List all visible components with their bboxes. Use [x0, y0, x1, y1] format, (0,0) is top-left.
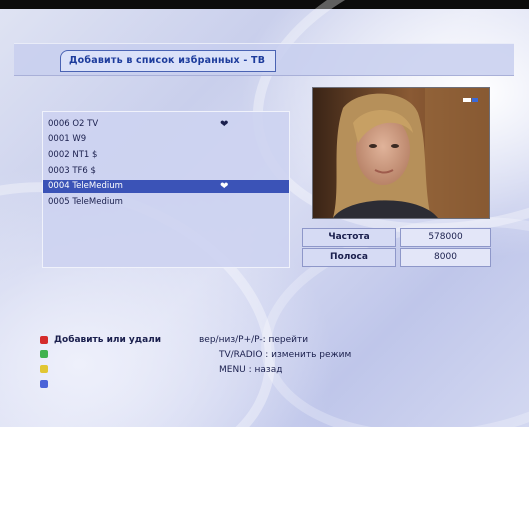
- video-preview: [312, 87, 490, 219]
- menu-hint: MENU : назад: [219, 365, 283, 375]
- red-key-text: Добавить или удали: [54, 335, 162, 345]
- red-key-icon: [40, 336, 48, 344]
- channel-row[interactable]: 0002 NT1 $: [43, 149, 289, 162]
- bandwidth-value: 8000: [400, 248, 491, 267]
- frequency-value: 578000: [400, 228, 491, 247]
- frequency-label: Частота: [302, 228, 396, 247]
- help-panel: Добавить или удали вер/низ/P+/P-: перейт…: [38, 322, 514, 408]
- channel-label: 0005 TeleMedium: [48, 197, 123, 207]
- channel-row[interactable]: 0001 W9: [43, 133, 289, 146]
- channel-label: 0006 O2 TV: [48, 119, 99, 129]
- green-key-icon: [40, 350, 48, 358]
- page-title: Добавить в список избранных - TB: [60, 50, 277, 72]
- channel-label: 0004 TeleMedium: [48, 181, 123, 191]
- channel-list[interactable]: 0006 O2 TV ❤ 0001 W9 0002 NT1 $ 0003 TF6…: [42, 111, 290, 268]
- channel-row-selected[interactable]: 0004 TeleMedium ❤: [43, 180, 289, 193]
- tv-menu-screen: Добавить в список избранных - TB 0006 O2…: [0, 0, 529, 524]
- channel-label: 0002 NT1 $: [48, 150, 98, 160]
- bandwidth-label: Полоса: [302, 248, 396, 267]
- heart-icon: ❤: [220, 119, 229, 130]
- title-bar: Добавить в список избранных - TB: [14, 43, 514, 76]
- blue-key-icon: [40, 380, 48, 388]
- frequency-row: Частота 578000: [302, 228, 491, 247]
- mode-hint: TV/RADIO : изменить режим: [219, 350, 352, 360]
- channel-label: 0001 W9: [48, 134, 87, 144]
- navigation-hint: вер/низ/P+/P-: перейти: [199, 335, 309, 345]
- channel-row[interactable]: 0003 TF6 $: [43, 165, 289, 178]
- heart-icon: ❤: [220, 181, 229, 192]
- bandwidth-row: Полоса 8000: [302, 248, 491, 267]
- channel-row[interactable]: 0006 O2 TV ❤: [43, 118, 289, 131]
- channel-row[interactable]: 0005 TeleMedium: [43, 196, 289, 209]
- yellow-key-icon: [40, 365, 48, 373]
- channel-label: 0003 TF6 $: [48, 166, 96, 176]
